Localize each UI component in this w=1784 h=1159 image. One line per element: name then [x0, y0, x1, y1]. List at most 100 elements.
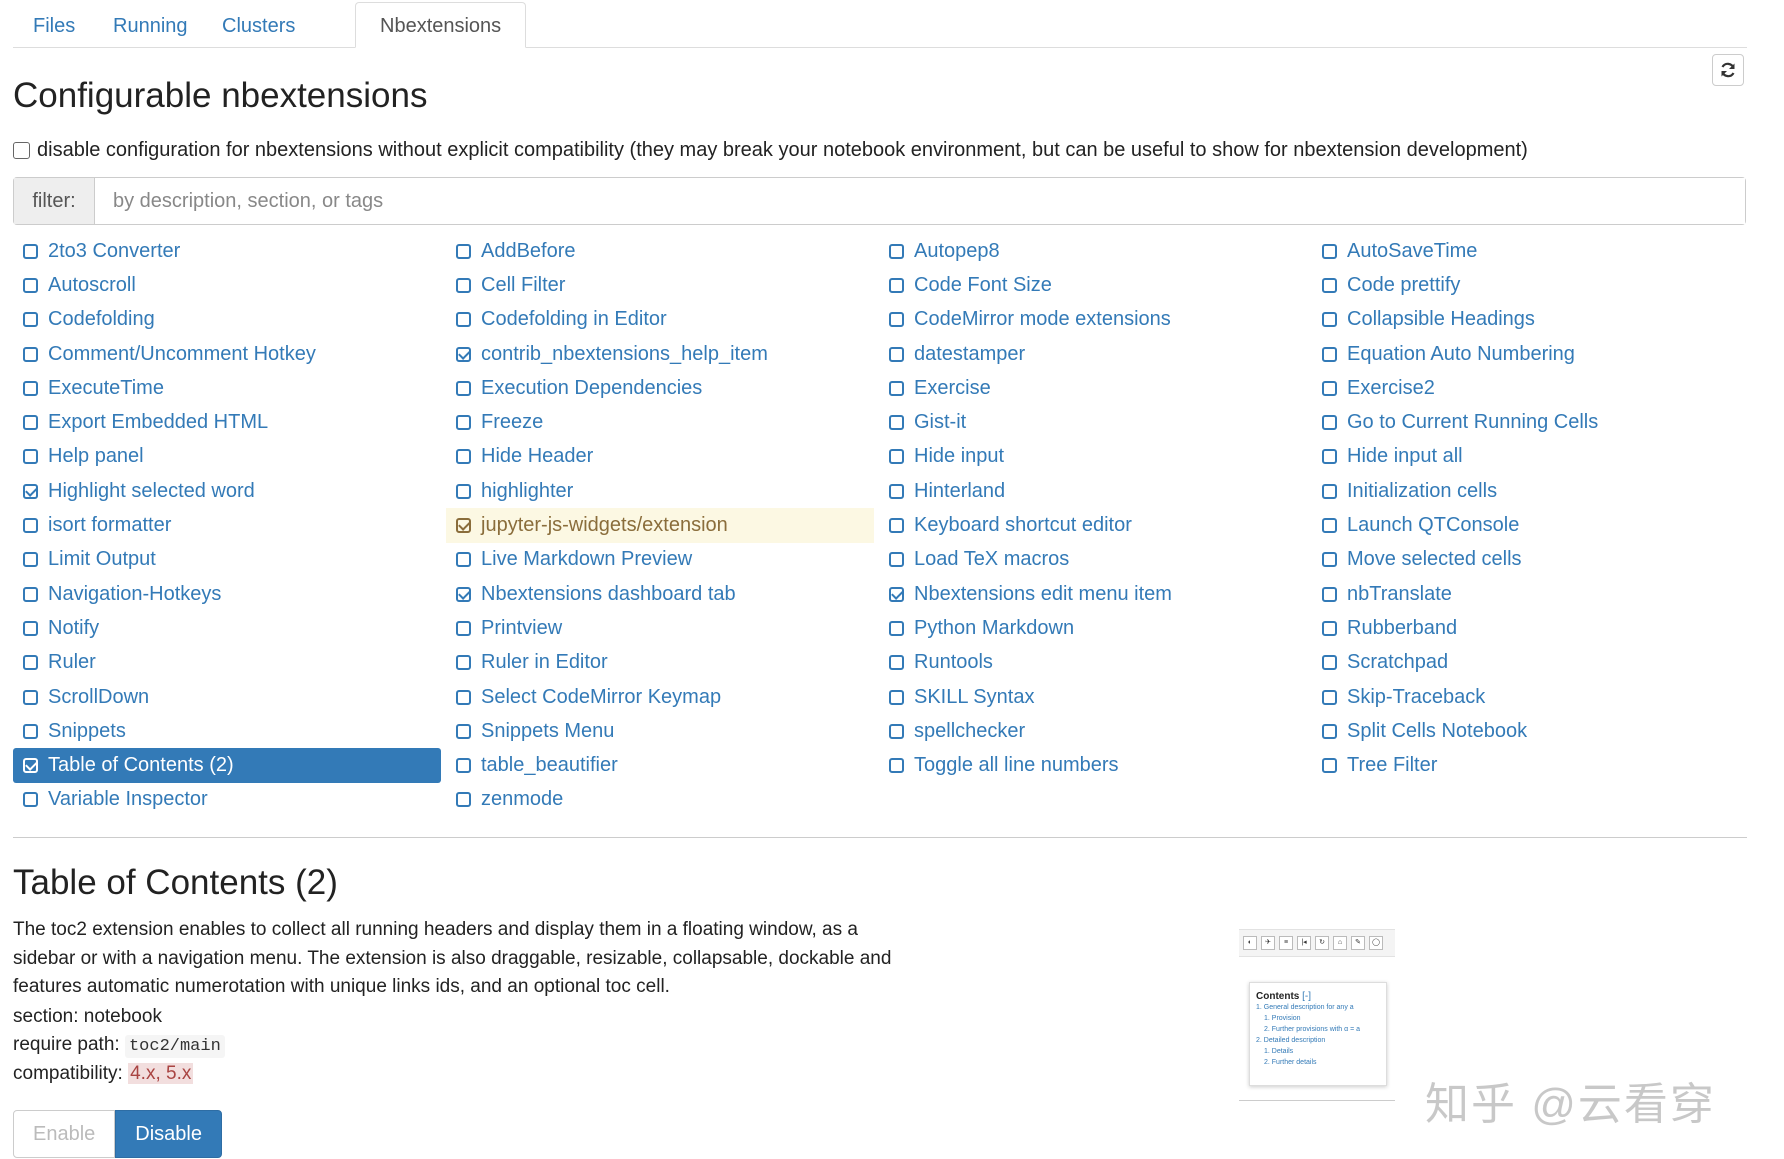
nbextension-item[interactable]: Gist-it [879, 405, 1312, 439]
nbextension-item[interactable]: Codefolding [13, 303, 446, 337]
nbextension-item[interactable]: Initialization cells [1312, 474, 1745, 508]
nbextension-label: nbTranslate [1347, 582, 1452, 605]
compatibility-label: compatibility: [13, 1063, 123, 1084]
checked-checkbox-icon [456, 586, 471, 602]
nbextension-item[interactable]: Highlight selected word [13, 474, 446, 508]
nbextension-item[interactable]: nbTranslate [1312, 577, 1745, 611]
nbextension-item[interactable]: CodeMirror mode extensions [879, 303, 1312, 337]
nbextension-label: Code Font Size [914, 273, 1052, 296]
nbextension-item[interactable]: Hide Header [446, 440, 879, 474]
nbextension-item[interactable]: Limit Output [13, 543, 446, 577]
nbextension-item[interactable]: Notify [13, 611, 446, 645]
nbextension-item[interactable]: Exercise2 [1312, 371, 1745, 405]
nbextension-label: spellchecker [914, 719, 1026, 742]
nbextension-item[interactable]: Tree Filter [1312, 748, 1745, 782]
tab-clusters[interactable]: Clusters [222, 6, 295, 46]
enable-button[interactable]: Enable [13, 1110, 116, 1158]
nbextension-item[interactable]: ScrollDown [13, 680, 446, 714]
nbextension-item[interactable]: Equation Auto Numbering [1312, 337, 1745, 371]
disable-button[interactable]: Disable [115, 1110, 222, 1158]
nbextension-item[interactable]: table_beautifier [446, 748, 879, 782]
nbextension-item[interactable]: Cell Filter [446, 268, 879, 302]
nbextension-item[interactable]: AddBefore [446, 234, 879, 268]
nbextension-item[interactable]: Keyboard shortcut editor [879, 508, 1312, 542]
refresh-icon [1721, 62, 1735, 78]
nbextension-item[interactable]: isort formatter [13, 508, 446, 542]
nbextension-item[interactable]: Launch QTConsole [1312, 508, 1745, 542]
nbextension-item[interactable]: Help panel [13, 440, 446, 474]
nbextension-item[interactable]: contrib_nbextensions_help_item [446, 337, 879, 371]
nbextension-item[interactable]: Nbextensions edit menu item [879, 577, 1312, 611]
nbextension-item[interactable]: ExecuteTime [13, 371, 446, 405]
tab-nbextensions[interactable]: Nbextensions [355, 2, 527, 48]
nbextension-item[interactable]: Code Font Size [879, 268, 1312, 302]
nbextension-item[interactable]: Table of Contents (2) [13, 748, 441, 783]
compat-option[interactable]: disable configuration for nbextensions w… [13, 139, 1528, 162]
checked-checkbox-icon [889, 586, 904, 602]
nbextension-item[interactable]: Ruler in Editor [446, 646, 879, 680]
nbextension-item[interactable]: SKILL Syntax [879, 680, 1312, 714]
preview-toc-item: 2. Further provisions with α = a [1264, 1026, 1361, 1033]
nbextension-item[interactable]: Live Markdown Preview [446, 543, 879, 577]
nbextension-label: Code prettify [1347, 273, 1461, 296]
nbextension-item[interactable]: Autopep8 [879, 234, 1312, 268]
nbextension-item[interactable]: Hide input [879, 440, 1312, 474]
nbextension-item[interactable]: Snippets [13, 714, 446, 748]
nbextension-item[interactable]: 2to3 Converter [13, 234, 446, 268]
nbextension-item[interactable]: Ruler [13, 646, 446, 680]
refresh-button[interactable] [1712, 54, 1744, 86]
nbextension-item[interactable]: Export Embedded HTML [13, 405, 446, 439]
nbextension-item[interactable]: Printview [446, 611, 879, 645]
nbextension-item[interactable]: Scratchpad [1312, 646, 1745, 680]
filter-input[interactable] [95, 178, 1745, 224]
nbextension-item[interactable]: Snippets Menu [446, 714, 879, 748]
nbextension-item[interactable]: Autoscroll [13, 268, 446, 302]
nbextension-item[interactable]: Python Markdown [879, 611, 1312, 645]
checkbox-icon [23, 792, 38, 808]
tab-running[interactable]: Running [113, 6, 188, 46]
nbextension-label: Rubberband [1347, 616, 1458, 639]
nbextension-item[interactable]: jupyter-js-widgets/extension [446, 508, 874, 543]
nbextension-item[interactable]: zenmode [446, 783, 879, 817]
nbextension-item[interactable]: highlighter [446, 474, 879, 508]
nbextension-item[interactable]: Execution Dependencies [446, 371, 879, 405]
nbextension-item[interactable]: Hide input all [1312, 440, 1745, 474]
nbextension-item[interactable]: Go to Current Running Cells [1312, 405, 1745, 439]
enable-disable-group: Enable Disable [13, 1110, 222, 1158]
nbextension-item[interactable]: Codefolding in Editor [446, 303, 879, 337]
compat-checkbox[interactable] [13, 142, 30, 159]
nbextension-item[interactable]: Nbextensions dashboard tab [446, 577, 879, 611]
nbextension-item[interactable]: spellchecker [879, 714, 1312, 748]
nbextension-item[interactable]: Move selected cells [1312, 543, 1745, 577]
nbextension-item[interactable]: AutoSaveTime [1312, 234, 1745, 268]
nbextension-item[interactable]: Navigation-Hotkeys [13, 577, 446, 611]
nbextension-item[interactable]: Toggle all line numbers [879, 748, 1312, 782]
nbextension-item[interactable]: Rubberband [1312, 611, 1745, 645]
checkbox-icon [456, 312, 471, 328]
tab-files[interactable]: Files [33, 6, 75, 46]
nbextension-item[interactable]: Variable Inspector [13, 783, 446, 817]
preview-toc-item: 2. Further details [1264, 1059, 1317, 1066]
nbextension-item[interactable]: Exercise [879, 371, 1312, 405]
checkbox-icon [23, 415, 38, 431]
preview-toc-item: 1. Provision [1264, 1015, 1301, 1022]
preview-toc-title: Contents [-] [1256, 991, 1312, 1002]
nbextension-item[interactable]: Code prettify [1312, 268, 1745, 302]
nbextension-label: Initialization cells [1347, 479, 1498, 502]
nbextension-item[interactable]: Hinterland [879, 474, 1312, 508]
nbextension-label: Comment/Uncomment Hotkey [48, 342, 316, 365]
nbextension-item[interactable]: Split Cells Notebook [1312, 714, 1745, 748]
nbextension-item[interactable]: Comment/Uncomment Hotkey [13, 337, 446, 371]
detail-section: section: notebook [13, 1006, 162, 1028]
nbextension-item[interactable]: datestamper [879, 337, 1312, 371]
preview-toc-item: 2. Detailed description [1256, 1037, 1326, 1044]
checkbox-icon [23, 552, 38, 568]
nbextension-item[interactable]: Collapsible Headings [1312, 303, 1745, 337]
nbextension-item[interactable]: Skip-Traceback [1312, 680, 1745, 714]
nbextension-item[interactable]: Select CodeMirror Keymap [446, 680, 879, 714]
nbextension-item[interactable]: Load TeX macros [879, 543, 1312, 577]
nbextension-item[interactable]: Runtools [879, 646, 1312, 680]
nbextension-label: Autoscroll [48, 273, 136, 296]
nbextension-label: Hide input [914, 445, 1005, 468]
nbextension-item[interactable]: Freeze [446, 405, 879, 439]
